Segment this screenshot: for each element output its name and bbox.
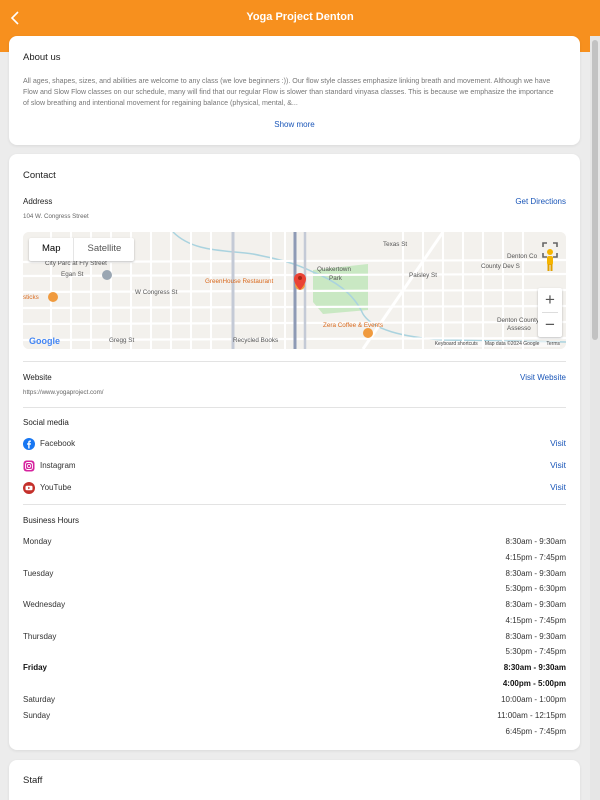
staff-title: Staff: [23, 775, 43, 786]
website-url: https://www.yogaproject.com/: [23, 389, 104, 396]
hours-day: Wednesday: [23, 600, 66, 609]
map-label: Recycled Books: [233, 337, 279, 344]
map-label: Park: [329, 275, 342, 282]
contact-card: Contact Address 104 W. Congress Street G…: [9, 154, 580, 750]
map-label: Texas St: [383, 241, 408, 248]
hours-day: Tuesday: [23, 569, 54, 578]
about-description: All ages, shapes, sizes, and abilities a…: [23, 77, 554, 107]
zoom-out-button[interactable]: −: [538, 313, 562, 337]
map-label: Paisley St: [409, 272, 437, 279]
map-label: Assesso: [507, 325, 531, 332]
divider: [23, 361, 566, 362]
hours-time-today: 4:00pm - 5:00pm: [502, 679, 566, 688]
map-label: sticks: [23, 294, 39, 301]
map-label: W Congress St: [135, 289, 178, 296]
hours-day-today: Friday: [23, 663, 48, 672]
hours-time: 5:30pm - 7:45pm: [505, 647, 566, 656]
hours-time: 6:45pm - 7:45pm: [505, 727, 566, 736]
social-media-label: Social media: [23, 418, 69, 427]
hours-time: 8:30am - 9:30am: [505, 537, 566, 546]
hours-time: 8:30am - 9:30am: [505, 632, 566, 641]
app-screen: Yoga Project Denton About us All ages, s…: [0, 0, 600, 800]
social-row-instagram: Instagram Visit: [23, 460, 566, 474]
hours-day: Monday: [23, 537, 52, 546]
social-row-facebook: Facebook Visit: [23, 438, 566, 452]
scrollbar-thumb[interactable]: [592, 40, 598, 340]
hours-time: 4:15pm - 7:45pm: [505, 616, 566, 625]
hours-time: 4:15pm - 7:45pm: [505, 553, 566, 562]
social-name-youtube: YouTube: [40, 483, 72, 492]
visit-instagram-link[interactable]: Visit: [550, 460, 566, 470]
map-label: City Parc at Fry Street: [45, 260, 107, 267]
visit-website-link[interactable]: Visit Website: [520, 373, 566, 382]
hours-time: 8:30am - 9:30am: [505, 569, 566, 578]
youtube-icon: [23, 482, 35, 494]
hours-time: 11:00am - 12:15pm: [497, 711, 566, 720]
show-more-button[interactable]: Show more: [9, 120, 580, 129]
map-label: Denton Co: [507, 253, 538, 260]
hours-time: 5:30pm - 6:30pm: [505, 584, 566, 593]
map-label: Denton County: [497, 317, 540, 324]
hours-time: 8:30am - 9:30am: [505, 600, 566, 609]
get-directions-link[interactable]: Get Directions: [515, 197, 566, 206]
street-view-pegman[interactable]: [544, 248, 556, 272]
social-name-instagram: Instagram: [40, 461, 76, 470]
map-label: County Dev S: [481, 263, 520, 270]
map-zoom-controls: + −: [538, 288, 562, 337]
divider: [23, 407, 566, 408]
map-label: Egan St: [61, 271, 84, 278]
map-type-toggle: Map Satellite: [29, 238, 135, 261]
map-view[interactable]: City Parc at Fry Street Egan St sticks W…: [23, 232, 566, 349]
pegman-icon: [547, 249, 553, 271]
social-row-youtube: YouTube Visit: [23, 482, 566, 496]
website-label: Website: [23, 373, 52, 382]
social-name-facebook: Facebook: [40, 439, 76, 448]
hours-time-today: 8:30am - 9:30am: [503, 663, 566, 672]
facebook-icon: [23, 438, 35, 450]
map-tab-map[interactable]: Map: [29, 238, 73, 261]
hours-day: Sunday: [23, 711, 51, 720]
about-title: About us: [23, 52, 61, 63]
address-value: 104 W. Congress Street: [23, 213, 89, 220]
scrollbar[interactable]: [590, 36, 600, 800]
map-tab-satellite[interactable]: Satellite: [73, 238, 134, 261]
map-footer: Keyboard shortcuts Map data ©2024 Google…: [434, 341, 560, 347]
map-label: Zera Coffee & Events: [323, 322, 384, 329]
map-data-attribution: Map data ©2024 Google: [484, 341, 540, 347]
hours-day: Thursday: [23, 632, 57, 641]
zoom-in-button[interactable]: +: [538, 288, 562, 312]
staff-card: Staff: [9, 760, 580, 800]
business-hours-label: Business Hours: [23, 516, 80, 525]
address-label: Address: [23, 197, 53, 206]
page-title: Yoga Project Denton: [246, 11, 354, 23]
hours-time: 10:00am - 1:00pm: [501, 695, 566, 704]
instagram-icon: [23, 460, 35, 472]
keyboard-shortcuts-link[interactable]: Keyboard shortcuts: [435, 341, 478, 347]
visit-youtube-link[interactable]: Visit: [550, 482, 566, 492]
terms-link[interactable]: Terms: [546, 341, 560, 347]
divider: [23, 504, 566, 505]
google-logo: Google: [29, 336, 60, 346]
about-card: About us All ages, shapes, sizes, and ab…: [9, 36, 580, 145]
visit-facebook-link[interactable]: Visit: [550, 438, 566, 448]
map-label: Gregg St: [109, 337, 135, 344]
map-label: Quakertown: [317, 266, 351, 273]
map-label: GreenHouse Restaurant: [205, 278, 274, 285]
hours-day: Saturday: [23, 695, 56, 704]
contact-title: Contact: [23, 170, 56, 181]
